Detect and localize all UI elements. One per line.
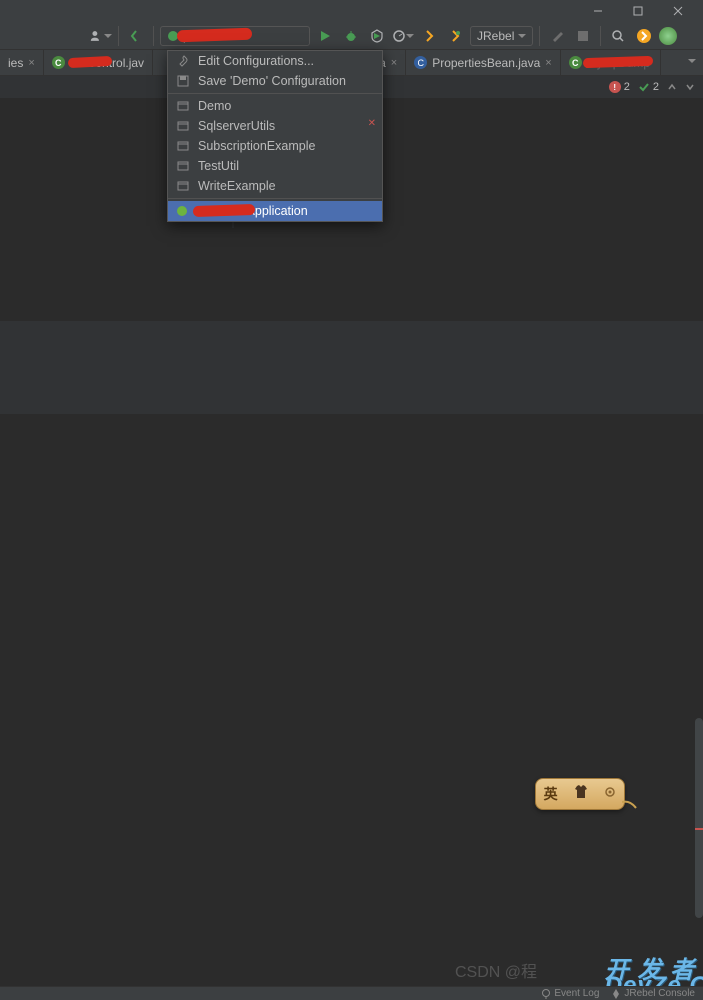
config-demo[interactable]: Demo [168,96,382,116]
shirt-icon [573,785,589,804]
config-writeexample[interactable]: WriteExample [168,176,382,196]
scrollbar[interactable] [695,718,703,918]
app-icon [176,160,190,172]
menu-label: WriteExample [198,179,276,193]
run-config-dropdown: Edit Configurations... Save 'Demo' Confi… [167,50,383,222]
save-configuration-item[interactable]: Save 'Demo' Configuration [168,71,382,91]
menu-label: Demo [198,99,231,113]
jrebel-console-button[interactable]: JRebel Console [611,988,695,999]
jrebel-run-icon[interactable] [418,25,440,47]
class-icon: C [414,56,427,69]
maximize-button[interactable] [618,0,658,22]
jrebel-console-label: JRebel Console [624,988,695,999]
users-icon[interactable] [90,25,112,47]
menu-separator [168,93,382,94]
config-sqlserverutils[interactable]: SqlserverUtils ✕ [168,116,382,136]
ime-tail-icon [622,800,638,812]
check-icon [638,81,650,93]
jrebel-label: JRebel [477,29,514,43]
warning-number: 2 [653,81,659,93]
expand-up-icon[interactable] [667,82,677,92]
tab-properties-bean[interactable]: C PropertiesBean.java × [406,50,561,75]
event-log-label: Event Log [554,988,599,999]
menu-label: Edit Configurations... [198,54,314,68]
tab-label: ies [8,56,23,70]
devze-watermark: 开 发 者 DevZe.CoM [605,950,695,985]
class-icon: C [569,56,582,69]
main-toolbar: plication JRebel [0,22,703,50]
error-count[interactable]: ! 2 [609,81,630,93]
expand-down-icon[interactable] [685,82,695,92]
menu-label: SqlserverUtils [198,119,275,133]
jrebel-selector[interactable]: JRebel [470,26,533,46]
bottom-status-bar: Event Log JRebel Console [0,986,703,1000]
menu-label: Save 'Demo' Configuration [198,74,346,88]
debug-icon[interactable] [340,25,362,47]
class-icon: C [52,56,65,69]
close-button[interactable] [658,0,698,22]
edit-configurations-item[interactable]: Edit Configurations... [168,51,382,71]
config-selected-application[interactable]: XXXXXXApplication [168,201,382,221]
editor-area[interactable] [0,98,703,986]
wrench-icon [176,55,190,67]
warning-count[interactable]: 2 [638,81,659,93]
csdn-watermark: CSDN @程 [455,958,537,982]
ime-lang: 英 [544,784,558,804]
rocket-icon [611,989,621,999]
tab-control[interactable]: C Ye Control.jav [44,50,153,75]
run-icon[interactable] [314,25,336,47]
search-icon[interactable] [607,25,629,47]
close-icon[interactable]: × [545,57,551,69]
ime-indicator[interactable]: 英 [535,778,625,810]
error-number: 2 [624,81,630,93]
save-icon [176,75,190,87]
build-icon[interactable] [546,25,568,47]
tab-ies[interactable]: ies × [0,50,44,75]
coverage-icon[interactable] [366,25,388,47]
minimize-button[interactable] [578,0,618,22]
menu-label: Application [247,204,308,218]
spring-icon [176,205,189,217]
gear-icon[interactable] [604,785,616,803]
code-folding-region [0,321,703,414]
app-icon [176,100,190,112]
error-icon: ! [609,81,621,93]
tab-mysql[interactable]: C MysqlDump [561,50,661,75]
close-icon[interactable]: × [28,57,34,69]
stop-icon[interactable] [572,25,594,47]
balloon-icon [541,989,551,999]
close-icon[interactable]: × [391,57,397,69]
config-testutil[interactable]: TestUtil [168,156,382,176]
profile-icon[interactable] [392,25,414,47]
back-icon[interactable] [125,25,147,47]
app-icon [176,120,190,132]
event-log-button[interactable]: Event Log [541,988,599,999]
title-bar [0,0,703,22]
jrebel-debug-icon[interactable] [444,25,466,47]
jrebel-icon[interactable] [633,25,655,47]
run-configuration-selector[interactable]: plication [160,26,310,46]
menu-label: TestUtil [198,159,239,173]
avatar-icon[interactable] [659,27,677,45]
app-icon [176,140,190,152]
menu-label: SubscriptionExample [198,139,315,153]
menu-separator [168,198,382,199]
tab-label: PropertiesBean.java [432,56,540,70]
error-marker[interactable] [695,828,703,830]
tabs-more-icon[interactable] [681,50,703,72]
config-subscriptionexample[interactable]: SubscriptionExample [168,136,382,156]
error-badge-icon: ✕ [368,118,376,129]
app-icon [176,180,190,192]
